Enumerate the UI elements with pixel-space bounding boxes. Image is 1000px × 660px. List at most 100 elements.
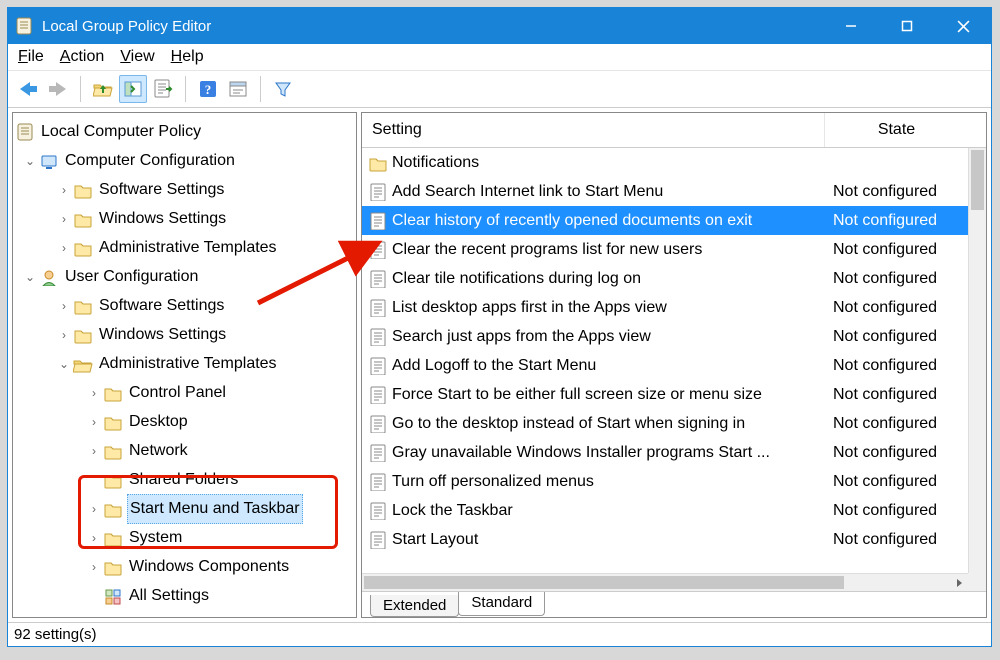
tab-extended[interactable]: Extended bbox=[370, 595, 459, 617]
tree-control-panel[interactable]: › Control Panel bbox=[15, 378, 354, 407]
tree-uc-admin[interactable]: ⌄ Administrative Templates bbox=[15, 349, 354, 378]
chevron-right-icon[interactable]: › bbox=[57, 321, 71, 349]
tree-system[interactable]: › System bbox=[15, 523, 354, 552]
list-row[interactable]: Go to the desktop instead of Start when … bbox=[362, 409, 968, 438]
chevron-right-icon[interactable]: › bbox=[87, 379, 101, 407]
tree-computer-config[interactable]: ⌄ Computer Configuration bbox=[15, 146, 354, 175]
tree-all-settings[interactable]: All Settings bbox=[15, 581, 354, 610]
menu-file[interactable]: File bbox=[18, 48, 44, 66]
policy-icon bbox=[368, 501, 388, 521]
minimize-button[interactable] bbox=[823, 8, 879, 44]
chevron-down-icon[interactable]: ⌄ bbox=[23, 147, 37, 175]
list-item-state: Not configured bbox=[833, 357, 968, 375]
tree-start-menu-taskbar[interactable]: › Start Menu and Taskbar bbox=[15, 494, 354, 523]
filter-button[interactable] bbox=[269, 75, 297, 103]
list-item-state: Not configured bbox=[833, 386, 968, 404]
menu-help[interactable]: Help bbox=[171, 48, 204, 66]
policy-icon bbox=[368, 269, 388, 289]
chevron-down-icon[interactable]: ⌄ bbox=[23, 263, 37, 291]
scroll-icon bbox=[15, 122, 35, 142]
list-item-label: Clear the recent programs list for new u… bbox=[392, 241, 833, 259]
tree-label: Control Panel bbox=[127, 379, 228, 407]
maximize-button[interactable] bbox=[879, 8, 935, 44]
list-row[interactable]: Gray unavailable Windows Installer progr… bbox=[362, 438, 968, 467]
folder-icon bbox=[103, 441, 123, 461]
list-row[interactable]: Notifications bbox=[362, 148, 968, 177]
tree-uc-software[interactable]: › Software Settings bbox=[15, 291, 354, 320]
tree-root[interactable]: Local Computer Policy bbox=[15, 117, 354, 146]
up-folder-button[interactable] bbox=[89, 75, 117, 103]
folder-open-icon bbox=[73, 354, 93, 374]
tree-cc-admin[interactable]: › Administrative Templates bbox=[15, 233, 354, 262]
chevron-right-icon[interactable]: › bbox=[87, 408, 101, 436]
tree-label: Windows Components bbox=[127, 553, 291, 581]
tree-label: Windows Settings bbox=[97, 321, 228, 349]
list-row[interactable]: Search just apps from the Apps viewNot c… bbox=[362, 322, 968, 351]
list-row[interactable]: Clear tile notifications during log onNo… bbox=[362, 264, 968, 293]
list-item-label: Clear history of recently opened documen… bbox=[392, 212, 833, 230]
list-row[interactable]: Turn off personalized menusNot configure… bbox=[362, 467, 968, 496]
tree-label: Local Computer Policy bbox=[39, 118, 203, 146]
chevron-right-icon[interactable]: › bbox=[87, 553, 101, 581]
chevron-right-icon[interactable]: › bbox=[87, 524, 101, 552]
tree-desktop[interactable]: › Desktop bbox=[15, 407, 354, 436]
list-pane: Setting State Notifications Add Search In… bbox=[361, 112, 987, 618]
tree-label: All Settings bbox=[127, 582, 211, 610]
properties-button[interactable] bbox=[224, 75, 252, 103]
policy-icon bbox=[368, 182, 388, 202]
chevron-down-icon[interactable]: ⌄ bbox=[57, 350, 71, 378]
show-hide-tree-button[interactable] bbox=[119, 75, 147, 103]
close-button[interactable] bbox=[935, 8, 991, 44]
menu-view[interactable]: View bbox=[120, 48, 154, 66]
user-icon bbox=[39, 267, 59, 287]
list-row[interactable]: Clear history of recently opened documen… bbox=[362, 206, 968, 235]
scroll-right-icon[interactable] bbox=[950, 574, 968, 591]
tab-standard[interactable]: Standard bbox=[458, 592, 545, 616]
vertical-scrollbar[interactable] bbox=[968, 148, 986, 573]
tree-windows-components[interactable]: › Windows Components bbox=[15, 552, 354, 581]
chevron-right-icon[interactable]: › bbox=[57, 234, 71, 262]
list-item-label: Start Layout bbox=[392, 531, 833, 549]
list-row[interactable]: Start LayoutNot configured bbox=[362, 525, 968, 554]
list-row[interactable]: Clear the recent programs list for new u… bbox=[362, 235, 968, 264]
chevron-right-icon[interactable]: › bbox=[87, 495, 101, 523]
list-row[interactable]: List desktop apps first in the Apps view… bbox=[362, 293, 968, 322]
chevron-right-icon[interactable]: › bbox=[57, 205, 71, 233]
list-row[interactable]: Force Start to be either full screen siz… bbox=[362, 380, 968, 409]
horizontal-scrollbar[interactable] bbox=[362, 573, 968, 591]
back-button[interactable] bbox=[14, 75, 42, 103]
folder-icon bbox=[103, 412, 123, 432]
list-item-state: Not configured bbox=[833, 328, 968, 346]
tree-uc-windows[interactable]: › Windows Settings bbox=[15, 320, 354, 349]
tree-label: Desktop bbox=[127, 408, 190, 436]
help-button[interactable]: ? bbox=[194, 75, 222, 103]
forward-button[interactable] bbox=[44, 75, 72, 103]
list-row[interactable]: Lock the TaskbarNot configured bbox=[362, 496, 968, 525]
tree[interactable]: Local Computer Policy ⌄ Computer Configu… bbox=[13, 113, 356, 614]
list-item-state: Not configured bbox=[833, 444, 968, 462]
tree-cc-windows[interactable]: › Windows Settings bbox=[15, 204, 354, 233]
policy-icon bbox=[368, 443, 388, 463]
list-item-label: Notifications bbox=[392, 154, 833, 172]
col-setting[interactable]: Setting bbox=[362, 113, 824, 147]
menu-action[interactable]: Action bbox=[60, 48, 104, 66]
chevron-right-icon[interactable]: › bbox=[87, 437, 101, 465]
policy-icon bbox=[368, 298, 388, 318]
col-state[interactable]: State bbox=[824, 113, 968, 147]
titlebar[interactable]: Local Group Policy Editor bbox=[8, 8, 991, 44]
list-item-state: Not configured bbox=[833, 212, 968, 230]
chevron-right-icon[interactable]: › bbox=[57, 176, 71, 204]
export-button[interactable] bbox=[149, 75, 177, 103]
tabstrip: Extended Standard bbox=[362, 591, 986, 617]
tree-shared-folders[interactable]: Shared Folders bbox=[15, 465, 354, 494]
folder-icon bbox=[103, 557, 123, 577]
chevron-right-icon[interactable]: › bbox=[57, 292, 71, 320]
list-row[interactable]: Add Logoff to the Start MenuNot configur… bbox=[362, 351, 968, 380]
folder-icon bbox=[103, 528, 123, 548]
tree-user-config[interactable]: ⌄ User Configuration bbox=[15, 262, 354, 291]
list-item-label: Turn off personalized menus bbox=[392, 473, 833, 491]
tree-cc-software[interactable]: › Software Settings bbox=[15, 175, 354, 204]
tree-network[interactable]: › Network bbox=[15, 436, 354, 465]
list-row[interactable]: Add Search Internet link to Start MenuNo… bbox=[362, 177, 968, 206]
folder-icon bbox=[103, 470, 123, 490]
